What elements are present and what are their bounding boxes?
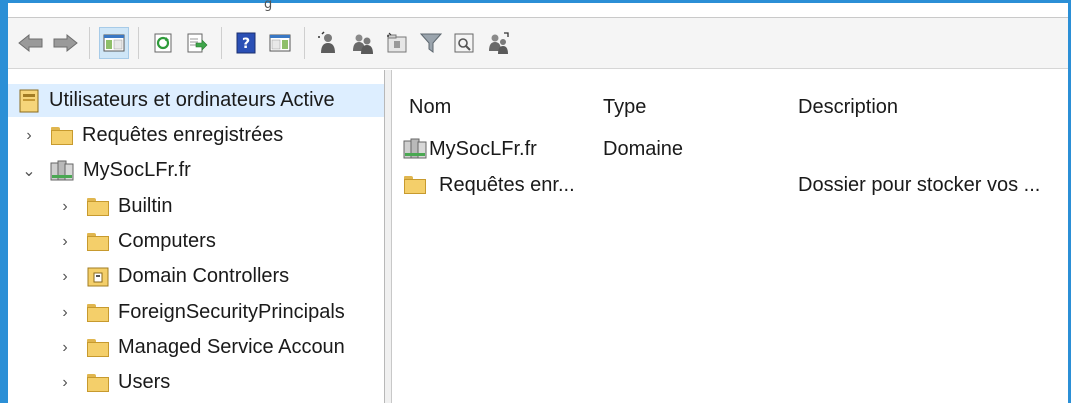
console-tree: Utilisateurs et ordinateurs Active › Req…	[8, 70, 385, 403]
ad-console-root-icon	[19, 89, 39, 112]
chevron-down-icon[interactable]: ⌄	[22, 163, 36, 180]
create-group-icon	[353, 34, 373, 54]
export-list-button[interactable]	[182, 27, 212, 59]
add-to-group-button[interactable]	[484, 27, 514, 59]
tree-item-computers[interactable]: › Computers	[58, 225, 216, 258]
tree-item-label: MySocLFr.fr	[83, 159, 191, 181]
tree-item-domain[interactable]: ⌄ MySocLFr.fr	[22, 154, 191, 187]
domain-icon	[50, 160, 74, 180]
list-cell-name: MySocLFr.fr	[429, 138, 537, 160]
toolbar-separator	[89, 27, 90, 59]
list-cell-type: Domaine	[603, 138, 684, 160]
tree-root[interactable]: Utilisateurs et ordinateurs Active	[8, 84, 384, 117]
show-hide-action-pane-icon	[269, 34, 291, 52]
filter-icon	[419, 33, 443, 53]
column-header-name[interactable]: Nom	[409, 96, 451, 119]
toolbar-separator	[221, 27, 222, 59]
domain-icon	[403, 138, 427, 159]
svg-text:?: ?	[242, 36, 250, 52]
chevron-right-icon[interactable]: ›	[58, 198, 72, 215]
filter-button[interactable]	[416, 27, 446, 59]
list-cell-name: Requêtes enr...	[439, 174, 575, 196]
forward-button[interactable]	[50, 27, 80, 59]
folder-icon	[87, 232, 109, 251]
help-icon: ?	[236, 32, 256, 54]
create-user-button[interactable]	[314, 27, 344, 59]
toolbar-separator	[304, 27, 305, 59]
list-item[interactable]: Requêtes enr... Dossier pour stocker vos…	[403, 172, 1068, 202]
show-hide-console-tree-icon	[103, 34, 125, 52]
list-item[interactable]: MySocLFr.fr Domaine	[403, 136, 1068, 166]
toolbar-separator	[138, 27, 139, 59]
tree-item-saved-queries[interactable]: › Requêtes enregistrées	[22, 119, 283, 152]
tree-item-label: Users	[118, 371, 171, 393]
folder-icon	[404, 176, 426, 194]
column-header-type[interactable]: Type	[603, 96, 646, 119]
tree-item-foreign-security-principals[interactable]: › ForeignSecurityPrincipals	[58, 296, 345, 329]
tree-item-label: Domain Controllers	[118, 265, 290, 287]
folder-icon	[87, 373, 109, 392]
add-to-group-icon	[489, 32, 509, 54]
folder-icon	[87, 197, 109, 216]
chevron-right-icon[interactable]: ›	[58, 233, 72, 250]
show-hide-action-pane-button[interactable]	[265, 27, 295, 59]
refresh-icon	[154, 33, 172, 53]
chevron-right-icon[interactable]: ›	[22, 127, 36, 144]
tree-root-label: Utilisateurs et ordinateurs Active	[49, 89, 335, 111]
folder-icon	[87, 303, 109, 322]
list-cell-description: Dossier pour stocker vos ...	[798, 174, 1041, 196]
chevron-right-icon[interactable]: ›	[58, 304, 72, 321]
tree-item-builtin[interactable]: › Builtin	[58, 190, 172, 223]
export-list-icon	[187, 33, 208, 53]
pane-splitter[interactable]	[385, 70, 392, 403]
show-hide-console-tree-button[interactable]	[99, 27, 129, 59]
refresh-button[interactable]	[148, 27, 178, 59]
create-ou-button[interactable]	[382, 27, 412, 59]
tree-item-managed-service-accounts[interactable]: › Managed Service Accoun	[58, 331, 345, 364]
tree-item-label: Builtin	[118, 195, 173, 217]
back-button[interactable]	[16, 27, 46, 59]
toolbar: ?	[8, 17, 1068, 69]
tree-item-users[interactable]: › Users	[58, 366, 170, 399]
create-ou-icon	[387, 32, 407, 53]
create-user-icon	[318, 31, 335, 53]
window-title-fragment: g	[264, 0, 273, 12]
tree-item-label: Managed Service Accoun	[118, 336, 345, 358]
forward-arrow-icon	[53, 33, 78, 53]
folder-icon	[87, 338, 109, 357]
tree-item-label: ForeignSecurityPrincipals	[118, 301, 345, 323]
chevron-right-icon[interactable]: ›	[58, 339, 72, 356]
column-header-description[interactable]: Description	[798, 96, 898, 119]
tree-item-label: Computers	[118, 230, 216, 252]
create-group-button[interactable]	[348, 27, 378, 59]
chevron-right-icon[interactable]: ›	[58, 374, 72, 391]
back-arrow-icon	[18, 33, 43, 53]
help-button[interactable]: ?	[231, 27, 261, 59]
chevron-right-icon[interactable]: ›	[58, 268, 72, 285]
title-bar: g	[8, 0, 1068, 17]
tree-item-label: Requêtes enregistrées	[82, 124, 284, 146]
find-button[interactable]	[450, 27, 480, 59]
tree-item-domain-controllers[interactable]: › Domain Controllers	[58, 260, 289, 293]
find-icon	[454, 33, 474, 53]
folder-icon	[51, 126, 73, 145]
results-pane: Nom Type Description MySocLFr.fr Domaine…	[393, 70, 1068, 403]
ou-folder-icon	[87, 267, 109, 286]
